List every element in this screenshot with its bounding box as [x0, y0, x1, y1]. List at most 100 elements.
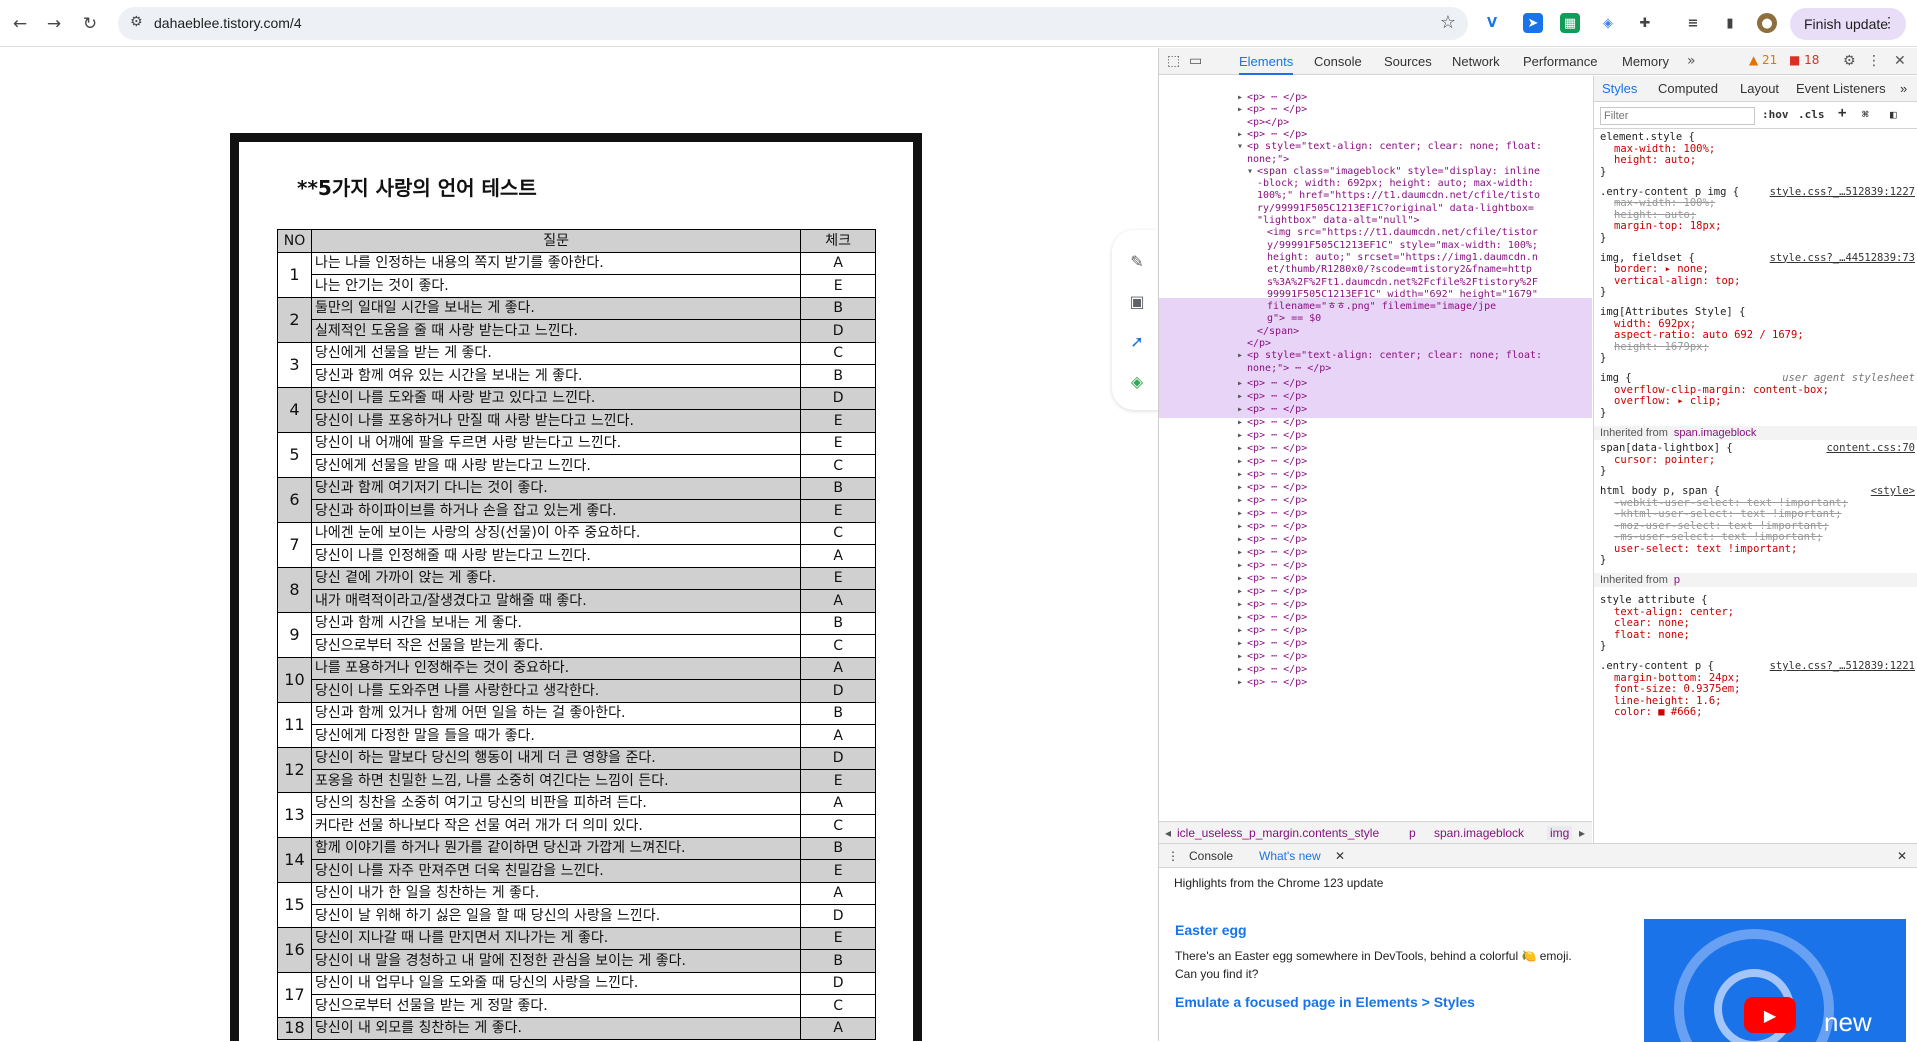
new-rule-icon[interactable]: + — [1838, 105, 1846, 121]
more-style-tabs-icon[interactable]: » — [1900, 81, 1907, 96]
breadcrumb-item-active[interactable]: img — [1547, 826, 1573, 840]
breadcrumb-item[interactable]: icle_useless_p_margin.contents_style — [1177, 826, 1379, 840]
more-menu-icon[interactable]: ⋮ — [1882, 14, 1896, 31]
inspect-element-icon[interactable]: ⬚ — [1167, 53, 1180, 69]
styles-tabs: Styles Computed Layout Event Listeners » — [1594, 76, 1917, 102]
back-icon[interactable]: ← — [6, 10, 34, 38]
inherited-from-link[interactable]: span.imageblock — [1674, 427, 1757, 439]
quiz-image[interactable]: **5가지 사랑의 언어 테스트 NO 질문 체크 1 나는 나를 인정하는 내용… — [230, 133, 922, 1041]
check-letter: A — [800, 881, 876, 905]
check-letter: B — [800, 701, 876, 725]
breadcrumb-scroll-right-icon[interactable]: ▸ — [1579, 826, 1585, 840]
extension-arrow-icon[interactable]: ➤ — [1523, 13, 1543, 33]
bookmark-star-icon[interactable]: ☆ — [1440, 12, 1456, 33]
dom-node-text: none;"> ⋯ </p> — [1247, 362, 1332, 374]
whats-new-video-thumbnail[interactable]: ▶ new — [1644, 919, 1906, 1042]
devtools-toolbar: ⬚ ▭ Elements Console Sources Network Per… — [1159, 48, 1917, 75]
element-state-icon[interactable]: ⌘ — [1862, 108, 1869, 121]
question-number: 9 — [277, 611, 312, 658]
styles-filter-input[interactable] — [1600, 107, 1755, 125]
hov-toggle[interactable]: :hov — [1762, 108, 1789, 121]
device-toolbar-icon[interactable]: ▭ — [1189, 53, 1202, 69]
extension-grid-icon[interactable]: ▦ — [1560, 13, 1580, 33]
css-property[interactable]: color: ■ #666; — [1600, 705, 1915, 719]
elements-tree[interactable]: ▸ <p> ⋯ </p> ▸ <p> ⋯ </p> <p></p> ▸ <p> ⋯ </p>… — [1159, 76, 1592, 821]
question-text: 둘만의 일대일 시간을 보내는 게 좋다. — [310, 296, 802, 320]
profile-avatar[interactable]: ● — [1757, 13, 1777, 33]
table-row: 나는 안기는 것이 좋다. E — [278, 274, 876, 298]
table-row: 7 나에겐 눈에 보이는 사랑의 상징(선물)이 아주 중요하다. C — [277, 521, 876, 568]
question-text: 당신이 하는 말보다 당신의 행동이 내게 더 큰 영향을 준다. — [310, 746, 802, 770]
dom-node-line[interactable]: ▸ <p> ⋯ </p> — [1237, 675, 1592, 691]
dom-node-text: <p> ⋯ </p> — [1247, 638, 1308, 649]
breadcrumb-item[interactable]: p — [1409, 826, 1416, 840]
whats-new-heading-emulate[interactable]: Emulate a focused page in Elements > Sty… — [1175, 994, 1475, 1010]
tab-styles[interactable]: Styles — [1602, 81, 1637, 96]
table-row: 커다란 선물 하나보다 작은 선물 여러 개가 더 의미 있다. C — [278, 814, 876, 838]
layers-icon[interactable]: ◈ — [1126, 370, 1148, 392]
question-text: 커다란 선물 하나보다 작은 선물 여러 개가 더 의미 있다. — [310, 814, 802, 838]
question-text: 당신과 함께 있거나 함께 어떤 일을 하는 걸 좋아한다. — [310, 701, 802, 725]
media-control-icon[interactable]: ≡ — [1683, 13, 1703, 33]
breadcrumb-item[interactable]: span.imageblock — [1434, 826, 1524, 840]
breadcrumb-scroll-left-icon[interactable]: ◂ — [1165, 826, 1171, 840]
check-letter: A — [800, 791, 876, 815]
close-whats-new-icon[interactable]: ✕ — [1335, 849, 1345, 863]
expand-triangle-icon[interactable]: ▸ — [1237, 675, 1247, 691]
url-text[interactable]: dahaeblee.tistory.com/4 — [154, 15, 302, 31]
question-text: 포옹을 하면 친밀한 느낌, 나를 소중히 여긴다는 느낌이 든다. — [310, 769, 802, 793]
youtube-play-icon[interactable]: ▶ — [1744, 997, 1796, 1033]
side-panel-icon[interactable]: ▮ — [1720, 13, 1740, 33]
question-number: 18 — [277, 1016, 312, 1040]
table-row: 당신에게 다정한 말을 들을 때가 좋다. A — [278, 724, 876, 748]
site-info-icon[interactable]: ⚙ — [130, 14, 143, 30]
warning-count[interactable]: ▲ 21 — [1749, 53, 1777, 67]
tab-elements[interactable]: Elements — [1239, 48, 1294, 75]
tab-computed[interactable]: Computed — [1658, 81, 1718, 96]
question-text: 당신이 나를 도와줄 때 사랑 받고 있다고 느낀다. — [310, 386, 802, 410]
dom-node-line[interactable]: none;"> ⋯ </p> — [1237, 361, 1592, 377]
close-drawer-icon[interactable]: ✕ — [1897, 849, 1907, 863]
question-text: 나는 나를 인정하는 내용의 쪽지 받기를 좋아한다. — [310, 251, 802, 275]
tab-memory[interactable]: Memory — [1622, 48, 1669, 75]
table-row: 14 함께 이야기를 하거나 뭔가를 같이하면 당신과 가깝게 느껴진다. B — [277, 836, 876, 883]
settings-gear-icon[interactable]: ⚙ — [1843, 53, 1856, 69]
question-number: 1 — [277, 251, 312, 298]
tab-event-listeners[interactable]: Event Listeners — [1796, 81, 1886, 96]
address-bar[interactable]: ⚙ dahaeblee.tistory.com/4 ☆ — [118, 7, 1468, 40]
reload-icon[interactable]: ↻ — [76, 10, 104, 38]
tab-sources[interactable]: Sources — [1384, 48, 1432, 75]
devtools-menu-icon[interactable]: ⋮ — [1867, 53, 1881, 69]
close-devtools-icon[interactable]: ✕ — [1894, 53, 1906, 69]
inherited-from-link[interactable]: p — [1674, 574, 1680, 586]
check-letter: E — [800, 274, 876, 298]
more-tabs-icon[interactable]: » — [1687, 53, 1696, 69]
drawer-menu-icon[interactable]: ⋮ — [1167, 849, 1179, 863]
css-rule-close: } — [1600, 231, 1915, 245]
tab-performance[interactable]: Performance — [1523, 48, 1597, 75]
question-text: 당신이 지나갈 때 나를 만지면서 지나가는 게 좋다. — [310, 926, 802, 950]
rocket-icon[interactable]: ➚ — [1126, 330, 1148, 352]
tab-layout[interactable]: Layout — [1740, 81, 1779, 96]
extension-v-icon[interactable]: V — [1482, 13, 1502, 33]
tab-network[interactable]: Network — [1452, 48, 1500, 75]
finish-update-button[interactable]: Finish update ⋮ — [1790, 8, 1906, 40]
dom-node-text: <p> ⋯ </p> — [1247, 547, 1308, 558]
question-text: 당신이 나를 포옹하거나 만질 때 사랑 받는다고 느낀다. — [310, 409, 802, 433]
check-letter: E — [800, 769, 876, 793]
whats-new-heading-easter-egg[interactable]: Easter egg — [1175, 922, 1247, 938]
drawer-tab-console[interactable]: Console — [1189, 849, 1233, 863]
capture-icon[interactable]: ▣ — [1126, 290, 1148, 312]
check-letter: A — [800, 1016, 876, 1040]
forward-icon[interactable]: → — [40, 10, 68, 38]
tab-console[interactable]: Console — [1314, 48, 1362, 75]
extension-gem-icon[interactable]: ◈ — [1598, 13, 1618, 33]
cls-toggle[interactable]: .cls — [1798, 108, 1825, 121]
error-count[interactable]: ■ 18 — [1789, 53, 1819, 67]
drawer-tab-whats-new[interactable]: What's new — [1259, 849, 1321, 863]
table-row: 17 당신이 내 업무나 일을 도와줄 때 당신의 사랑을 느낀다. D — [277, 971, 876, 1018]
computed-sidebar-icon[interactable]: ◧ — [1890, 108, 1897, 121]
question-text: 실제적인 도움을 줄 때 사랑 받는다고 느낀다. — [310, 319, 802, 343]
extensions-puzzle-icon[interactable]: ✚ — [1635, 13, 1655, 33]
pen-edit-icon[interactable]: ✎ — [1126, 250, 1148, 272]
